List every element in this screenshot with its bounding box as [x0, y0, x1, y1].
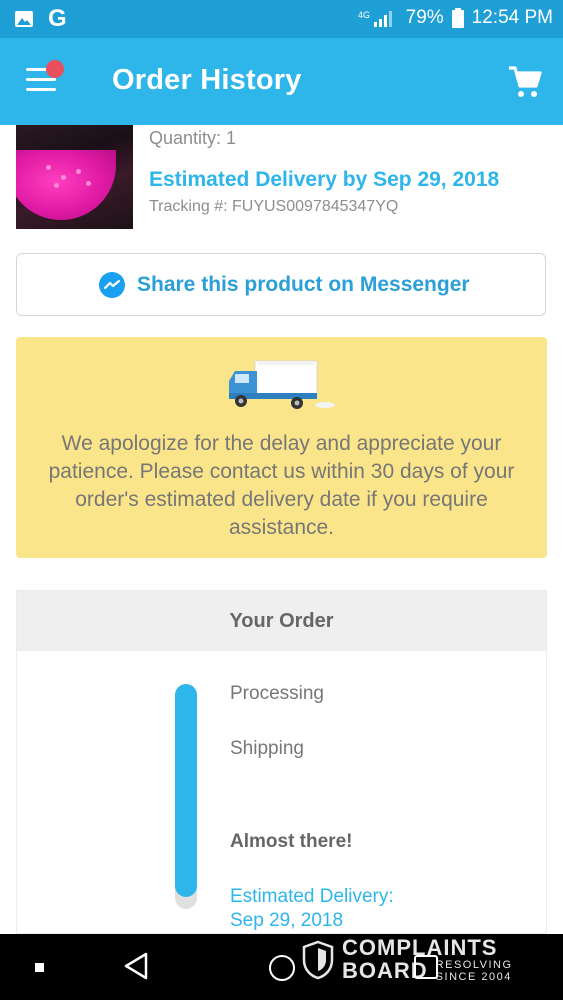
progress-fill [175, 684, 197, 897]
home-icon[interactable] [269, 955, 295, 981]
status-bar: G 4G 79% 12:54 PM [0, 0, 563, 38]
step-estimated-delivery-label: Estimated Delivery: [230, 886, 394, 907]
tracking-number: Tracking #: FUYUS0097845347YQ [149, 198, 399, 215]
cart-icon [509, 66, 542, 97]
watermark-tagline1: RESOLVING [435, 959, 513, 971]
watermark-line2: BOARD [342, 958, 428, 983]
back-icon[interactable] [122, 951, 150, 981]
messenger-icon [99, 272, 125, 298]
product-quantity: Quantity: 1 [149, 128, 237, 148]
step-estimated-delivery-date: Sep 29, 2018 [230, 910, 344, 931]
clock: 12:54 PM [471, 7, 553, 28]
watermark-tagline2: SINCE 2004 [435, 971, 512, 983]
cart-button[interactable] [507, 64, 543, 100]
menu-button[interactable] [26, 60, 64, 96]
complaintsboard-watermark: COMPLAINTS BOARD RESOLVING SINCE 2004 [302, 937, 513, 983]
page-title: Order History [112, 64, 302, 96]
signal-icon: 4G [358, 10, 392, 27]
step-shipping: Shipping [230, 738, 304, 759]
battery-percent: 79% [405, 7, 444, 28]
truck-icon [229, 360, 335, 409]
product-estimated-delivery: Estimated Delivery by Sep 29, 2018 [149, 168, 500, 191]
delay-notice-text: We apologize for the delay and appreciat… [48, 432, 515, 539]
battery-icon [451, 8, 464, 28]
app-bar: Order History [0, 38, 563, 125]
step-almost-there: Almost there! [230, 831, 353, 852]
notification-dot [46, 60, 64, 78]
share-label: Share this product on Messenger [137, 273, 470, 296]
shield-icon [302, 940, 334, 980]
google-icon: G [48, 5, 67, 32]
delay-notice: We apologize for the delay and appreciat… [16, 337, 547, 558]
product-image[interactable] [16, 125, 133, 229]
watermark-line1: COMPLAINTS [342, 935, 498, 960]
order-status-card: Your Order Processing Shipping Almost th… [16, 590, 547, 934]
order-status-title: Your Order [17, 591, 546, 651]
share-messenger-button[interactable]: Share this product on Messenger [16, 253, 546, 316]
step-processing: Processing [230, 683, 324, 704]
nav-menu-icon[interactable] [35, 963, 44, 972]
image-icon [15, 11, 33, 27]
svg-text:4G: 4G [358, 10, 370, 20]
